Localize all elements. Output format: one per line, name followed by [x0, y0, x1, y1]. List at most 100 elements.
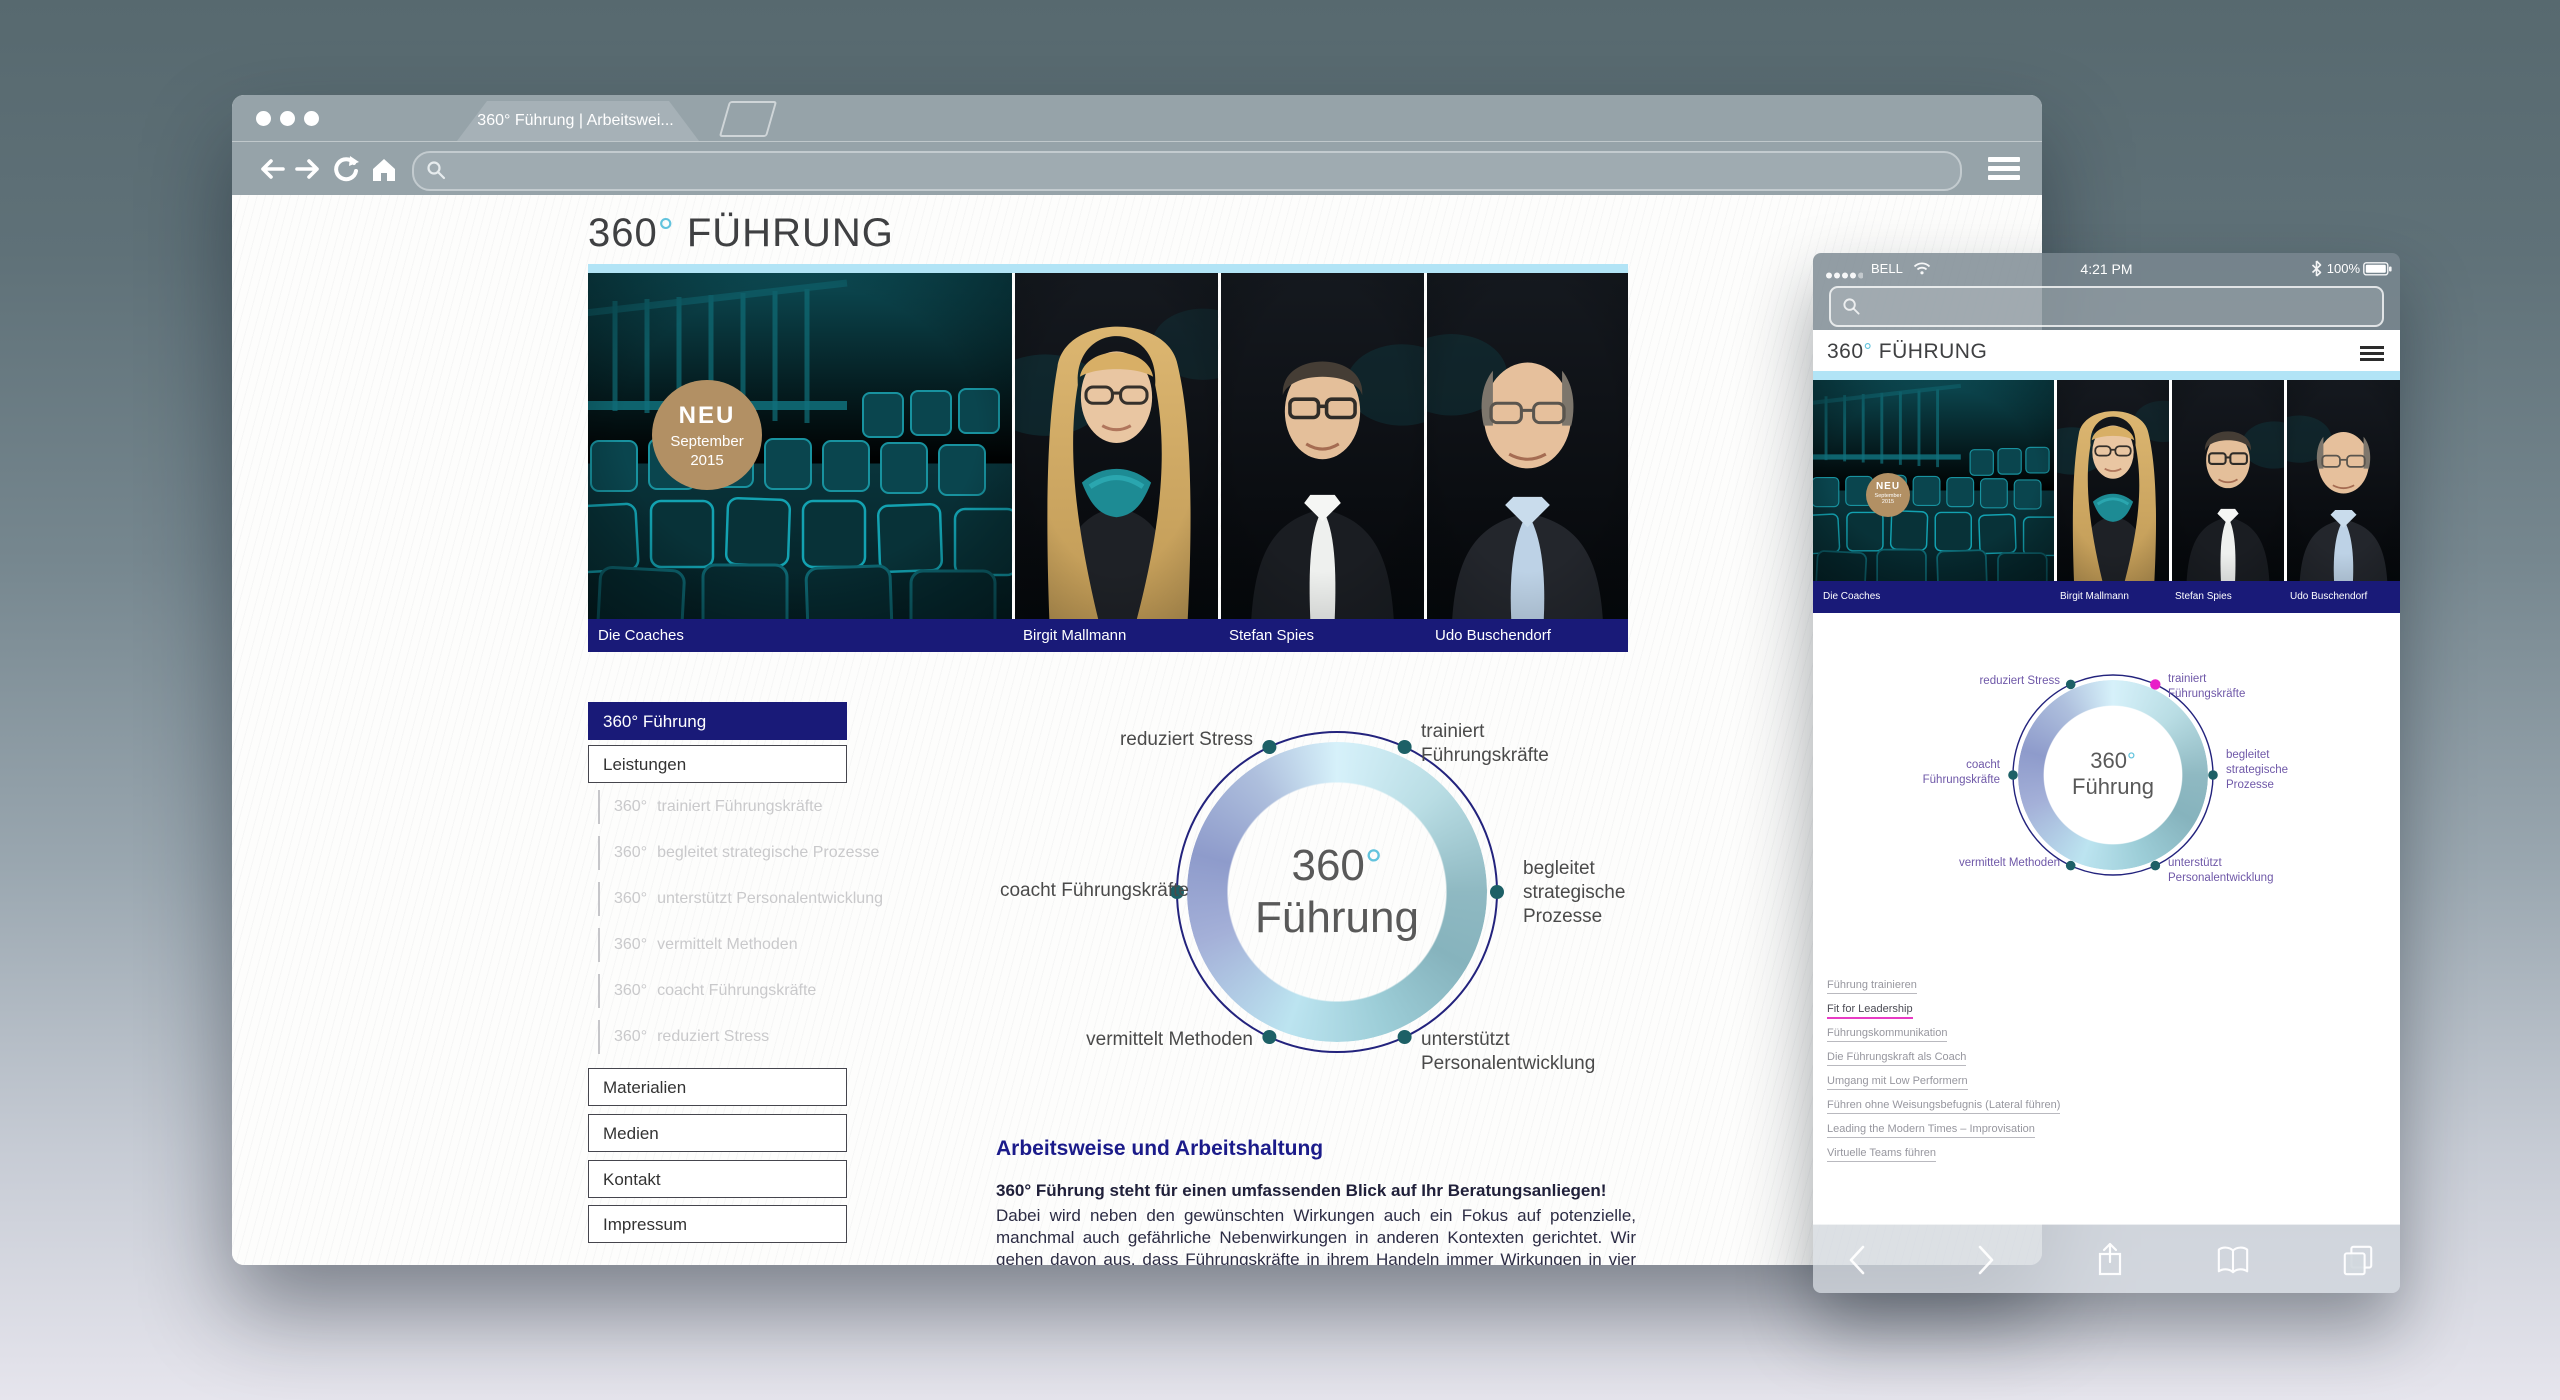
- photo-birgit-mallmann[interactable]: [1015, 273, 1218, 619]
- photo-stefan-spies[interactable]: [2172, 380, 2284, 581]
- caption-birgit: Birgit Mallmann: [2060, 591, 2129, 602]
- sidebar-item-materialien[interactable]: Materialien: [588, 1068, 847, 1106]
- photo-birgit-mallmann[interactable]: [2057, 380, 2169, 581]
- mobile-browser-chrome: [1813, 285, 2400, 330]
- sidebar-item-kontakt[interactable]: Kontakt: [588, 1160, 847, 1198]
- link-weisungsbefugnis[interactable]: Führen ohne Weisungsbefugnis (Lateral fü…: [1827, 1099, 2060, 1114]
- diagram-label-reduziert-stress: reduziert Stress: [1910, 674, 2060, 689]
- sidebar-sub-unterstuetzt[interactable]: 360°unterstützt Personalentwicklung: [598, 882, 863, 916]
- window-control-dot[interactable]: [280, 111, 295, 126]
- bookmarks-icon[interactable]: [2216, 1242, 2250, 1278]
- leadership-ring-diagram: 360°Führung: [1167, 722, 1507, 1062]
- sidebar-item-360-fuehrung[interactable]: 360° Führung: [588, 702, 847, 740]
- sidebar-item-impressum[interactable]: Impressum: [588, 1205, 847, 1243]
- diagram-center-label: 360°Führung: [1167, 840, 1507, 944]
- browser-toolbar: [232, 141, 2042, 196]
- page-title: 360° FÜHRUNG: [588, 211, 894, 256]
- new-badge: NEU September 2015: [1866, 473, 1910, 517]
- caption-bar: Die Coaches Birgit Mallmann Stefan Spies…: [588, 619, 1628, 652]
- mobile-bottom-toolbar: [1813, 1224, 2400, 1293]
- browser-window: 360° Führung | Arbeitswei... ×: [232, 95, 2042, 1265]
- mobile-link-list: Führung trainieren Fit for Leadership Fü…: [1827, 975, 2060, 1167]
- mobile-device: BELL 4:21 PM 100% 360° FÜHRUNG: [1813, 253, 2400, 1293]
- sidebar-sub-vermittelt[interactable]: 360°vermittelt Methoden: [598, 928, 863, 962]
- sidebar-sub-reduziert[interactable]: 360°reduziert Stress: [598, 1020, 863, 1054]
- link-low-performern[interactable]: Umgang mit Low Performern: [1827, 1075, 1968, 1090]
- caption-die-coaches: Die Coaches: [1823, 591, 1880, 602]
- diagram-label-coacht: coacht Führungskräfte: [1900, 758, 2000, 788]
- mobile-page-title: 360° FÜHRUNG: [1827, 340, 1987, 364]
- diagram-label-vermittelt: vermittelt Methoden: [1880, 856, 2060, 871]
- caption-stefan: Stefan Spies: [1229, 627, 1314, 644]
- back-icon[interactable]: [258, 155, 286, 183]
- search-icon: [426, 160, 446, 180]
- diagram-label-unterstuetzt: unterstützt Personalentwicklung: [1421, 1028, 1621, 1076]
- caption-bar: Die Coaches Birgit Mallmann Stefan Spies…: [1813, 581, 2400, 613]
- address-bar[interactable]: [412, 151, 1962, 191]
- coach-photo-banner: NEU September 2015 Die Coaches Birgit Ma…: [588, 273, 1628, 652]
- tabs-icon[interactable]: [2341, 1242, 2375, 1278]
- photo-udo-buschendorf[interactable]: [2287, 380, 2400, 581]
- forward-icon[interactable]: [1968, 1242, 2002, 1278]
- link-virtuelle-teams[interactable]: Virtuelle Teams führen: [1827, 1147, 1936, 1162]
- mobile-page: 360° FÜHRUNG NEU September 2015 Die Coac…: [1813, 330, 2400, 1224]
- sidebar-sub-trainiert[interactable]: 360°trainiert Führungskräfte: [598, 790, 863, 824]
- back-icon[interactable]: [1841, 1242, 1875, 1278]
- search-icon: [1842, 297, 1861, 321]
- browser-menu-icon[interactable]: [1988, 157, 2020, 181]
- link-leading-modern-times[interactable]: Leading the Modern Times – Improvisation: [1827, 1123, 2035, 1138]
- caption-udo: Udo Buschendorf: [2290, 591, 2367, 602]
- link-fuehrung-trainieren[interactable]: Führung trainieren: [1827, 979, 1917, 994]
- accent-bar: [588, 264, 1628, 273]
- mobile-status-bar: BELL 4:21 PM 100%: [1813, 253, 2400, 285]
- link-fit-for-leadership[interactable]: Fit for Leadership: [1827, 1003, 1913, 1019]
- address-input[interactable]: [454, 153, 1918, 187]
- window-control-dot[interactable]: [256, 111, 271, 126]
- diagram-label-coacht: coacht Führungskräfte: [989, 879, 1189, 903]
- new-badge: NEU September 2015: [652, 380, 762, 490]
- diagram-label-trainiert[interactable]: trainiert Führungskräfte: [2168, 672, 2263, 702]
- share-icon[interactable]: [2093, 1242, 2127, 1278]
- battery-icon: [2363, 262, 2392, 281]
- article-lead: 360° Führung steht für einen umfassenden…: [996, 1181, 1636, 1201]
- link-fuehrungskommunikation[interactable]: Führungskommunikation: [1827, 1027, 1947, 1042]
- mobile-photo-banner: NEU September 2015 Die Coaches Birgit Ma…: [1813, 380, 2400, 613]
- caption-die-coaches: Die Coaches: [598, 627, 684, 644]
- photo-auditorium[interactable]: NEU September 2015: [588, 273, 1012, 619]
- sidebar-item-leistungen[interactable]: Leistungen: [588, 745, 847, 783]
- photo-udo-buschendorf[interactable]: [1427, 273, 1628, 619]
- diagram-label-trainiert: trainiert Führungskräfte: [1421, 720, 1556, 768]
- diagram-center-label: 360°Führung: [2003, 748, 2223, 801]
- diagram-label-begleitet: begleitet strategische Prozesse: [2226, 748, 2311, 793]
- battery-percent-label: 100%: [2327, 261, 2360, 276]
- mobile-menu-icon[interactable]: [2360, 346, 2384, 364]
- link-fuehrungskraft-als-coach[interactable]: Die Führungskraft als Coach: [1827, 1051, 1966, 1066]
- photo-stefan-spies[interactable]: [1221, 273, 1424, 619]
- caption-udo: Udo Buschendorf: [1435, 627, 1551, 644]
- diagram-label-vermittelt: vermittelt Methoden: [1055, 1028, 1253, 1052]
- reload-icon[interactable]: [332, 155, 360, 183]
- browser-tab-bar: 360° Führung | Arbeitswei... ×: [232, 95, 2042, 141]
- article-heading: Arbeitsweise und Arbeitshaltung: [996, 1137, 1323, 1161]
- diagram-label-reduziert-stress: reduziert Stress: [1055, 728, 1253, 752]
- home-icon[interactable]: [370, 155, 398, 183]
- diagram-label-unterstuetzt: unterstützt Personalentwicklung: [2168, 856, 2313, 886]
- window-control-dot[interactable]: [304, 111, 319, 126]
- page-viewport: 360° FÜHRUNG NEU September 2015 Die Coac…: [232, 195, 2042, 1265]
- forward-icon[interactable]: [294, 155, 322, 183]
- mobile-search-field[interactable]: [1829, 286, 2384, 327]
- caption-stefan: Stefan Spies: [2175, 591, 2232, 602]
- caption-birgit: Birgit Mallmann: [1023, 627, 1126, 644]
- sidebar-sub-coacht[interactable]: 360°coacht Führungskräfte: [598, 974, 863, 1008]
- sidebar-item-medien[interactable]: Medien: [588, 1114, 847, 1152]
- article-body: Dabei wird neben den gewünschten Wirkung…: [996, 1205, 1636, 1265]
- tab-title: 360° Führung | Arbeitswei...: [477, 112, 673, 130]
- sidebar-sub-begleitet[interactable]: 360°begleitet strategische Prozesse: [598, 836, 863, 870]
- browser-tab[interactable]: 360° Führung | Arbeitswei... ×: [457, 101, 699, 141]
- bluetooth-icon: [2311, 260, 2322, 282]
- tab-close-icon[interactable]: ×: [687, 111, 699, 132]
- photo-auditorium[interactable]: NEU September 2015: [1813, 380, 2054, 581]
- diagram-label-begleitet: begleitet strategische Prozesse: [1523, 857, 1638, 928]
- desktop-background: 360° Führung | Arbeitswei... ×: [0, 0, 2560, 1400]
- new-tab-button[interactable]: [719, 101, 777, 137]
